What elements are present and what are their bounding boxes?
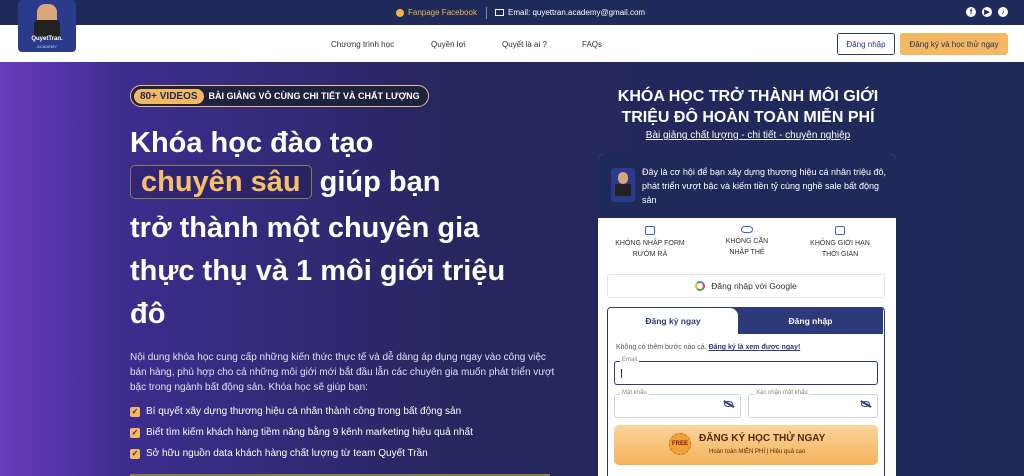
password-label: Mật khẩu bbox=[620, 390, 649, 396]
social-links: f ▶ ♪ bbox=[966, 7, 1008, 17]
auth-tabs: Đăng ký ngay Đăng nhập bbox=[608, 308, 883, 334]
signup-title-line2: TRIỆU ĐÔ HOÀN TOÀN MIỄN PHÍ bbox=[621, 109, 875, 126]
feature-line1: KHÔNG NHẬP FORM bbox=[615, 240, 685, 247]
benefit-text: Biết tìm kiếm khách hàng tiềm năng bằng … bbox=[146, 427, 473, 438]
eye-icon[interactable] bbox=[861, 401, 870, 407]
logo-portrait bbox=[34, 4, 60, 38]
avatar bbox=[611, 168, 635, 202]
password-field[interactable] bbox=[614, 394, 741, 418]
feature-no-form: KHÔNG NHẬP FORM RƯỜM RÀ bbox=[602, 226, 698, 260]
nav-item-benefits[interactable]: Quyền lợi bbox=[431, 40, 466, 49]
benefit-text: Bí quyết xây dựng thương hiệu cá nhân th… bbox=[146, 406, 462, 417]
form-note-link[interactable]: Đăng ký là xem được ngay! bbox=[709, 344, 801, 351]
facebook-icon bbox=[396, 8, 404, 17]
email-field[interactable] bbox=[614, 361, 878, 385]
confirm-password-label: Xác nhận mật khẩu bbox=[754, 390, 810, 396]
benefit-item: ✓ Bí quyết xây dựng thương hiệu cá nhân … bbox=[130, 406, 461, 417]
email-link[interactable]: Email: quyettran.academy@gmail.com bbox=[495, 8, 645, 17]
logo[interactable]: QuyetTran. ACADEMY bbox=[18, 0, 76, 52]
eye-icon[interactable] bbox=[724, 401, 733, 407]
facebook-label: Fanpage Facebook bbox=[408, 8, 477, 17]
youtube-icon[interactable]: ▶ bbox=[982, 7, 992, 17]
videos-badge-text: BÀI GIẢNG VÔ CÙNG CHI TIẾT VÀ CHẤT LƯỢNG bbox=[208, 91, 420, 101]
check-icon: ✓ bbox=[130, 448, 140, 459]
facebook-link[interactable]: Fanpage Facebook bbox=[396, 8, 477, 17]
hero-title-line2-rest: giúp bạn bbox=[319, 166, 441, 198]
feature-no-card: KHÔNG CẦN NHẬP THẺ bbox=[699, 226, 795, 258]
signup-title: KHÓA HỌC TRỞ THÀNH MÔI GIỚI TRIỆU ĐÔ HOÀ… bbox=[598, 86, 898, 128]
hero-title-line2: chuyên sâu giúp bạn bbox=[130, 164, 440, 200]
hero-title-line5: đô bbox=[130, 298, 166, 330]
feature-unlimited: KHÔNG GIỚI HẠN THỜI GIAN bbox=[792, 226, 888, 260]
card-intro: Đây là cơ hội để bạn xây dựng thương hiệ… bbox=[642, 167, 887, 205]
google-login-button[interactable]: Đăng nhập với Google bbox=[607, 274, 885, 298]
feature-line2: NHẬP THẺ bbox=[729, 249, 765, 256]
email-label: Email bbox=[620, 357, 640, 363]
mail-icon bbox=[495, 9, 504, 16]
free-badge: FREE bbox=[669, 433, 691, 455]
feature-line2: RƯỜM RÀ bbox=[632, 251, 668, 258]
feature-line2: THỜI GIAN bbox=[821, 251, 859, 258]
signup-subtitle: Bài giảng chất lượng - chi tiết - chuyên… bbox=[645, 130, 851, 141]
facebook-icon[interactable]: f bbox=[966, 7, 976, 17]
benefit-item: ✓ Biết tìm kiếm khách hàng tiềm năng bằn… bbox=[130, 427, 473, 438]
hero-section: 80+ VIDEOS BÀI GIẢNG VÔ CÙNG CHI TIẾT VÀ… bbox=[0, 62, 1024, 476]
nav-item-faqs[interactable]: FAQs bbox=[582, 40, 602, 49]
divider bbox=[486, 7, 487, 19]
signup-button[interactable]: Đăng ký và học thử ngay bbox=[900, 33, 1008, 55]
logo-text: QuyetTran. bbox=[31, 36, 63, 42]
signup-card: Đây là cơ hội để bạn xây dựng thương hiệ… bbox=[598, 154, 896, 476]
hero-description: Nội dung khóa học cung cấp những kiến th… bbox=[130, 352, 555, 393]
signup-title-line1: KHÓA HỌC TRỞ THÀNH MÔI GIỚI bbox=[617, 88, 879, 105]
hero-title-line4: thực thụ và 1 môi giới triệu bbox=[130, 255, 506, 287]
cta-subtitle: Hoàn toàn MIỄN PHÍ | Hiệu quả cao bbox=[709, 449, 806, 455]
auth-form: Đăng ký ngay Đăng nhập Không có thêm bướ… bbox=[607, 307, 885, 476]
feature-line1: KHÔNG GIỚI HẠN bbox=[810, 240, 870, 247]
videos-pill: 80+ VIDEOS BÀI GIẢNG VÔ CÙNG CHI TIẾT VÀ… bbox=[130, 85, 429, 107]
hero-title-line3: trở thành một chuyên gia bbox=[130, 212, 480, 244]
infinity-icon bbox=[741, 226, 753, 233]
register-trial-button[interactable]: FREE ĐĂNG KÝ HỌC THỬ NGAY Hoàn toàn MIỄN… bbox=[614, 425, 878, 465]
hero-highlight: chuyên sâu bbox=[130, 165, 312, 199]
benefit-item: ✓ Sở hữu nguồn data khách hàng chất lượn… bbox=[130, 448, 428, 459]
calendar-icon bbox=[835, 226, 845, 235]
logo-subtext: ACADEMY bbox=[37, 44, 57, 49]
nav-item-program[interactable]: Chương trình học bbox=[331, 40, 394, 49]
hero-title-line1: Khóa học đào tạo bbox=[130, 127, 374, 159]
nav-item-about[interactable]: Quyết là ai ? bbox=[502, 40, 547, 49]
benefit-text: Sở hữu nguồn data khách hàng chất lượng … bbox=[146, 448, 428, 459]
tiktok-icon[interactable]: ♪ bbox=[998, 7, 1008, 17]
login-button[interactable]: Đăng nhập bbox=[837, 33, 895, 55]
top-bar: Fanpage Facebook Email: quyettran.academ… bbox=[0, 0, 1024, 25]
form-note-text: Không có thêm bước nào cả. bbox=[616, 344, 707, 351]
check-icon: ✓ bbox=[130, 427, 140, 438]
google-login-label: Đăng nhập với Google bbox=[711, 281, 797, 291]
check-icon: ✓ bbox=[130, 406, 140, 417]
card-header: Đây là cơ hội để bạn xây dựng thương hiệ… bbox=[598, 154, 896, 218]
text-caret bbox=[621, 369, 622, 378]
form-note: Không có thêm bước nào cả. Đăng ký là xe… bbox=[616, 344, 800, 351]
email-label: Email: quyettran.academy@gmail.com bbox=[508, 8, 646, 17]
feature-line1: KHÔNG CẦN bbox=[725, 238, 769, 245]
cta-title: ĐĂNG KÝ HỌC THỬ NGAY bbox=[699, 433, 826, 444]
google-icon bbox=[695, 281, 706, 291]
tab-register[interactable]: Đăng ký ngay bbox=[608, 308, 738, 334]
tab-login[interactable]: Đăng nhập bbox=[738, 308, 883, 334]
confirm-password-field[interactable] bbox=[748, 394, 878, 418]
form-icon bbox=[645, 226, 655, 235]
videos-badge: 80+ VIDEOS bbox=[134, 88, 204, 104]
